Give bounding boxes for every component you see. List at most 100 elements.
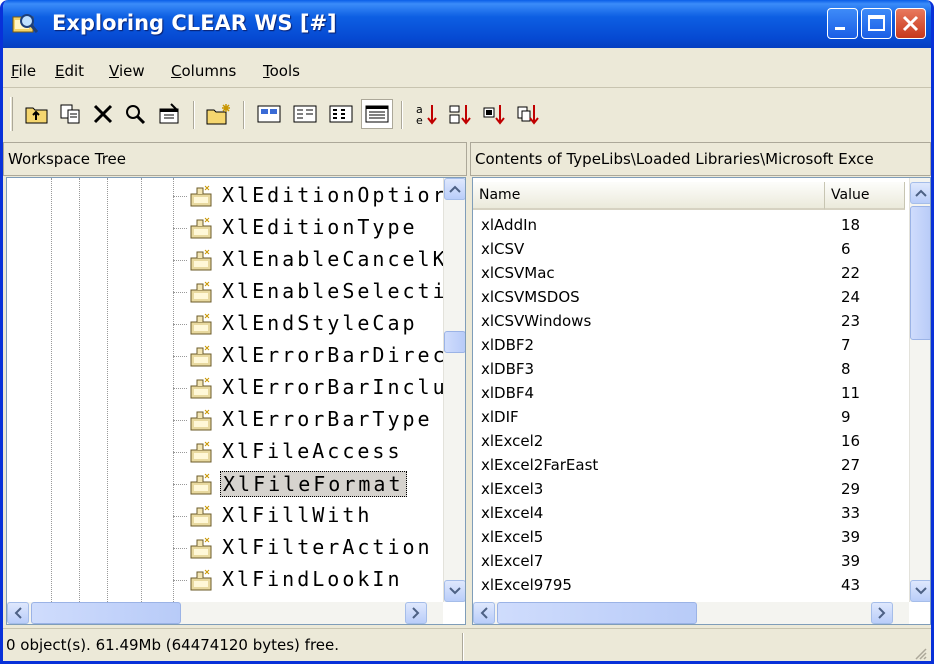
tree-pane-header: Workspace Tree [3, 142, 467, 176]
list-scroll-up-button[interactable] [910, 182, 930, 204]
tree-connector [173, 228, 187, 229]
enum-type-icon [190, 249, 212, 271]
cell-name: xlExcel5 [481, 528, 544, 546]
tree-scroll-thumb[interactable] [444, 331, 465, 353]
tree-item[interactable]: XlEditionType [7, 210, 427, 246]
tree-scroll-down-button[interactable] [444, 580, 465, 602]
list-scroll-thumb[interactable] [910, 206, 930, 340]
list-scroll-down-button[interactable] [910, 580, 930, 602]
list-view-button[interactable] [325, 99, 357, 129]
sort-by-type-button[interactable] [445, 99, 477, 129]
enum-type-icon [190, 217, 212, 239]
resize-grip-icon[interactable] [913, 646, 927, 660]
list-view-icon [329, 105, 353, 123]
arrow-right-icon [878, 607, 886, 619]
cell-name: xlCSVMac [481, 264, 555, 282]
list-vertical-scrollbar[interactable] [909, 178, 930, 602]
cell-name: xlDBF3 [481, 360, 535, 378]
up-folder-button[interactable] [21, 99, 53, 129]
tree-scroll-left-button[interactable] [7, 602, 29, 624]
list-hscroll-thumb[interactable] [497, 602, 697, 624]
tree-item[interactable]: XlErrorBarType [7, 402, 430, 438]
sort-by-size-button[interactable] [479, 99, 511, 129]
tree-connector [173, 484, 187, 485]
status-text: 0 object(s). 61.49Mb (64474120 bytes) fr… [6, 636, 340, 654]
properties-button[interactable] [153, 99, 185, 129]
tree-item-label: XlFindLookIn [222, 567, 403, 591]
enum-type-icon [190, 185, 212, 207]
status-bar: 0 object(s). 61.49Mb (64474120 bytes) fr… [3, 628, 931, 661]
menu-file[interactable]: File [11, 62, 36, 80]
list-row[interactable]: xlCSVMac 22 [473, 262, 903, 284]
list-row[interactable]: xlCSVMSDOS 24 [473, 286, 903, 308]
cell-value: 43 [841, 576, 861, 594]
tree-item[interactable]: XlErrorBarDirec [7, 338, 445, 374]
tree-item[interactable]: XlFileFormat [7, 466, 427, 502]
list-pane-header: Contents of TypeLibs\Loaded Libraries\Mi… [470, 142, 931, 176]
tree-scroll-right-button[interactable] [405, 602, 427, 624]
find-button[interactable] [119, 99, 151, 129]
tree-item-label: XlEditionOptior [222, 183, 448, 207]
new-folder-button[interactable] [203, 99, 235, 129]
list-row[interactable]: xlExcel3 29 [473, 478, 903, 500]
details-view-button[interactable] [361, 99, 393, 129]
list-row[interactable]: xlCSV 6 [473, 238, 903, 260]
tree-item[interactable]: XlEndStyleCap [7, 306, 427, 342]
arrow-left-icon [480, 607, 488, 619]
title-bar[interactable]: Exploring CLEAR WS [#] [3, 0, 931, 48]
tree-item[interactable]: XlEnableCancelK [7, 242, 445, 278]
sort-by-date-button[interactable] [513, 99, 545, 129]
tree-item[interactable]: XlEnableSelecti [7, 274, 445, 310]
list-row[interactable]: xlAddIn 18 [473, 214, 903, 236]
list-row[interactable]: xlExcel5 39 [473, 526, 903, 548]
close-button[interactable] [895, 8, 926, 39]
small-icons-view-button[interactable] [289, 99, 321, 129]
tree-item[interactable]: XlFindLookIn [7, 562, 427, 598]
column-header-name[interactable]: Name [473, 182, 825, 210]
menu-edit[interactable]: Edit [55, 62, 84, 80]
tree-item[interactable]: XlErrorBarInclu [7, 370, 445, 406]
list-row[interactable]: xlDIF 9 [473, 406, 903, 428]
list-row[interactable]: xlDBF3 8 [473, 358, 903, 380]
tree-item[interactable]: XlFillWith [7, 498, 427, 534]
delete-button[interactable] [87, 99, 119, 129]
menu-tools[interactable]: Tools [263, 62, 300, 80]
toolbar-grip[interactable] [10, 97, 13, 131]
menu-view[interactable]: View [109, 62, 145, 80]
menu-columns[interactable]: Columns [171, 62, 236, 80]
tree-item[interactable]: XlFilterAction [7, 530, 430, 566]
tree-item[interactable]: XlFileAccess [7, 434, 427, 470]
list-row[interactable]: xlExcel9795 43 [473, 574, 903, 596]
list-row[interactable]: xlExcel4 33 [473, 502, 903, 524]
tree-hscroll-thumb[interactable] [31, 602, 181, 624]
sort-by-name-button[interactable]: ae [411, 99, 443, 129]
list-row[interactable]: xlExcel2FarEast 27 [473, 454, 903, 476]
minimize-button[interactable] [827, 8, 858, 39]
list-scroll-left-button[interactable] [473, 602, 495, 624]
list-row[interactable]: xlDBF4 11 [473, 382, 903, 404]
workspace-tree[interactable]: XlEditionOptior XlEditionType XlEnableCanc… [6, 177, 466, 625]
cell-name: xlCSVWindows [481, 312, 592, 330]
cell-name: xlExcel3 [481, 480, 544, 498]
tree-scroll-up-button[interactable] [444, 178, 465, 200]
list-row[interactable]: xlExcel7 39 [473, 550, 903, 572]
list-row[interactable]: xlCSVWindows 23 [473, 310, 903, 332]
copy-button[interactable] [55, 99, 87, 129]
cell-name: xlExcel7 [481, 552, 544, 570]
tree-vertical-scrollbar[interactable] [443, 178, 465, 602]
large-icons-view-button[interactable] [253, 99, 285, 129]
list-row[interactable]: xlDBF2 7 [473, 334, 903, 356]
tree-item-label: XlErrorBarInclu [222, 375, 448, 399]
contents-list[interactable]: Name Value xlAddIn 18 xlCSV 6 xlCSVMac 22 xlCS… [472, 177, 931, 625]
list-horizontal-scrollbar[interactable] [473, 602, 909, 624]
tree-horizontal-scrollbar[interactable] [7, 602, 443, 624]
menu-bar: File Edit View Columns Tools [3, 48, 931, 88]
cell-value: 16 [841, 432, 861, 450]
tree-connector [173, 452, 187, 453]
maximize-button[interactable] [861, 8, 892, 39]
list-scroll-right-button[interactable] [871, 602, 893, 624]
tree-connector [173, 580, 187, 581]
tree-item[interactable]: XlEditionOptior [7, 178, 445, 214]
column-header-value[interactable]: Value [825, 182, 905, 210]
list-row[interactable]: xlExcel2 16 [473, 430, 903, 452]
